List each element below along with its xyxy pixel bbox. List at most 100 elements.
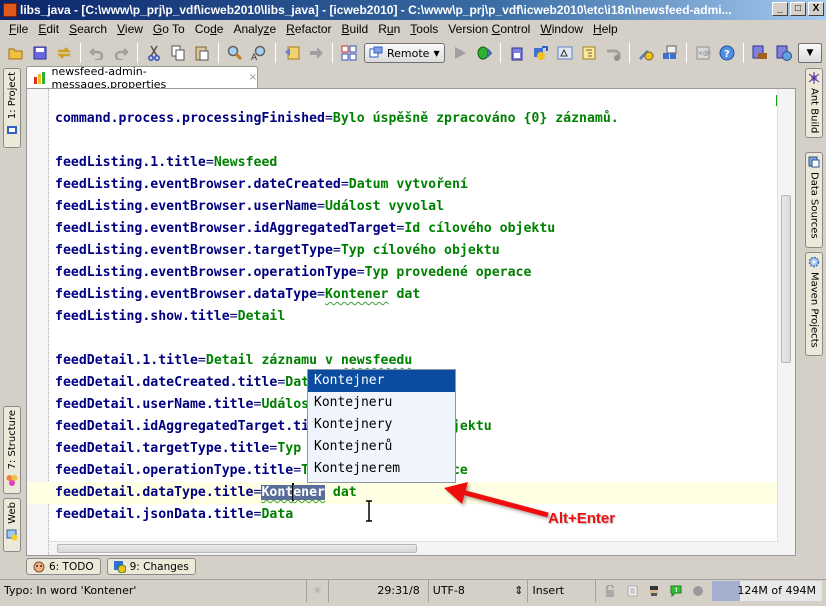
database-icon [808,156,820,168]
menu-analyze[interactable]: Analyze [228,20,281,39]
code-line[interactable]: feedListing.eventBrowser.dataType=Konten… [55,284,782,306]
make-module-icon[interactable] [508,44,526,62]
code-line[interactable]: feedListing.show.title=Detail [55,306,782,328]
help-icon[interactable]: ? [718,44,736,62]
menu-help[interactable]: Help [588,20,623,39]
suggestion-item[interactable]: Kontejneru [308,392,455,414]
debug-icon[interactable] [475,44,493,62]
document-icon[interactable] [626,585,638,597]
run-configuration-dropdown[interactable]: Remote ▼ [364,43,445,63]
tool-window-ant-build[interactable]: Ant Build [805,68,823,138]
menu-edit[interactable]: Edit [33,20,64,39]
horizontal-scrollbar[interactable] [49,541,779,555]
toolbar-overflow-dropdown[interactable]: ▼ [798,43,822,63]
suggestion-item[interactable]: Kontejnerů [308,436,455,458]
file-encoding-selector[interactable]: UTF-8 ⇕ [429,579,529,602]
menu-file[interactable]: File [4,20,33,39]
background-task-spinner-icon: ✳ [307,579,330,602]
code-line[interactable]: command.process.processingFinished=Bylo … [55,108,782,130]
cut-icon[interactable] [145,44,163,62]
editor-tab-properties-file[interactable]: newsfeed-admin-messages.properties × [26,65,258,91]
memory-indicator[interactable]: 124M of 494M [712,580,822,601]
settings-icon[interactable] [637,44,655,62]
forward-icon[interactable] [307,44,325,62]
diagram-icon[interactable] [556,44,574,62]
menu-version-control[interactable]: Version Control [443,20,535,39]
tool-window-structure[interactable]: 7: Structure [3,406,21,494]
find-icon[interactable] [226,44,244,62]
maximize-button[interactable]: □ [790,2,806,16]
code-line[interactable]: feedDetail.jsonData.title=Data [55,504,782,526]
code-line[interactable]: feedListing.eventBrowser.dateCreated=Dat… [55,174,782,196]
project-tab-label: 1: Project [6,72,18,120]
read-only-lock-icon[interactable] [604,584,616,597]
selected-typo-text: Kont [261,485,294,500]
tool-window-todo[interactable]: 6: TODO [26,558,101,575]
menu-go-to[interactable]: Go To [148,20,190,39]
web-plugin-icon[interactable] [775,44,793,62]
menu-run[interactable]: Run [373,20,405,39]
suggestion-item[interactable]: Kontejnerem [308,458,455,480]
project-icon [7,126,17,135]
typo-word: Kontener [324,287,389,302]
event-log-icon[interactable]: ! [670,585,682,597]
vertical-scrollbar-thumb[interactable] [781,195,791,363]
copy-icon[interactable] [169,44,187,62]
menu-build[interactable]: Build [337,20,374,39]
rollback-icon[interactable] [604,44,622,62]
open-folder-icon[interactable] [7,44,25,62]
status-message: Typo: In word 'Kontener' [0,579,308,602]
tool-window-changes[interactable]: 9: Changes [106,558,196,575]
property-value: Newsfeed [213,155,278,170]
web-services-icon[interactable]: <@> [694,44,712,62]
project-structure-icon[interactable] [661,44,679,62]
back-icon[interactable] [283,44,301,62]
replace-icon[interactable]: A [250,44,268,62]
code-line[interactable] [55,328,782,350]
memory-plugin-icon[interactable] [751,44,769,62]
code-line[interactable]: feedListing.eventBrowser.userName=Událos… [55,196,782,218]
suggestion-item[interactable]: Kontejnery [308,414,455,436]
hierarchy-icon[interactable] [580,44,598,62]
code-line[interactable]: feedListing.eventBrowser.operationType=T… [55,262,782,284]
vertical-scrollbar[interactable] [777,89,795,555]
undo-icon[interactable] [88,44,106,62]
insert-mode[interactable]: Insert [528,579,597,602]
suggestion-item[interactable]: Kontejner [308,370,455,392]
code-line[interactable]: feedListing.1.title=Newsfeed [55,152,782,174]
code-line[interactable] [55,130,782,152]
equals-sign: = [340,177,349,192]
menu-view[interactable]: View [112,20,148,39]
tool-window-web[interactable]: Web [3,498,21,552]
minimize-button[interactable]: _ [772,2,788,16]
code-line[interactable]: feedListing.eventBrowser.targetType=Typ … [55,240,782,262]
structure-view-icon[interactable] [340,44,358,62]
run-icon[interactable] [451,44,469,62]
synchronize-icon[interactable] [55,44,73,62]
window-title-bar[interactable]: libs_java - [C:\www\p_prj\p_vdf\icweb201… [0,0,826,20]
inspector-hector-icon[interactable] [648,585,660,597]
save-all-icon[interactable] [31,44,49,62]
caret-position[interactable]: 29:31/8 [329,579,429,602]
paste-icon[interactable] [193,44,211,62]
tool-window-data-sources[interactable]: Data Sources [805,152,823,248]
menu-tools[interactable]: Tools [405,20,443,39]
horizontal-scrollbar-thumb[interactable] [57,544,417,553]
close-button[interactable]: X [808,2,824,16]
tool-window-maven-projects[interactable]: Maven Projects [805,252,823,356]
menu-refactor[interactable]: Refactor [281,20,336,39]
equals-sign: = [293,463,302,478]
code-line[interactable]: feedDetail.dataType.title=Kontener dat [27,482,782,504]
status-circle-icon[interactable] [692,585,704,597]
code-editor[interactable]: command.process.processingFinished=Bylo … [26,88,796,556]
menu-code[interactable]: Code [190,20,229,39]
property-value: Událost vyvolal [324,199,445,214]
tool-window-project[interactable]: 1: Project [3,68,21,148]
code-line[interactable]: feedListing.eventBrowser.idAggregatedTar… [55,218,782,240]
close-tab-icon[interactable]: × [249,72,257,83]
compile-icon[interactable] [532,44,550,62]
menu-window[interactable]: Window [535,20,588,39]
redo-icon[interactable] [112,44,130,62]
svg-text:<@>: <@> [698,50,711,57]
menu-search[interactable]: Search [64,20,112,39]
